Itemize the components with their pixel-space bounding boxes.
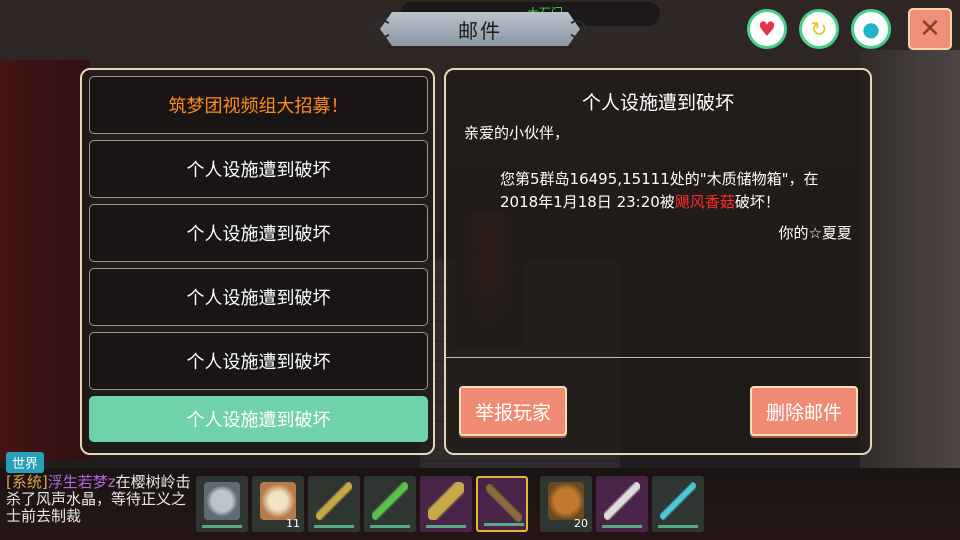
report-player-button[interactable]: 举报玩家 [459,386,567,436]
close-button[interactable]: ✕ [908,8,952,50]
chat-user-name[interactable]: 浮生若梦z [48,473,116,491]
bow-icon [316,482,352,520]
durability-bar [202,525,242,528]
battle-axe-icon [428,482,464,520]
mail-message-end: 破坏！ [734,193,780,211]
mail-list-item-selected[interactable]: 个人设施遭到破坏 [89,396,428,442]
sickle-icon [604,482,640,520]
hotbar-slot-selected[interactable] [476,476,528,532]
crystal-staff-icon [660,482,696,520]
mail-detail-title: 个人设施遭到破坏 [581,92,734,114]
hotbar-slot[interactable] [308,476,360,532]
hotbar-slot[interactable] [652,476,704,532]
mail-subject: 个人设施遭到破坏 [186,160,331,181]
hotbar-slot[interactable] [364,476,416,532]
water-drop-icon[interactable]: ● [851,9,891,49]
chat-message: [系统]浮生若梦z在樱树岭击杀了风声水晶，等待正义之士前去制裁 [6,474,196,536]
mail-list-item[interactable]: 个人设施遭到破坏 [89,268,428,326]
durability-bar [370,525,410,528]
banner-ornament-right [568,20,586,38]
item-count: 11 [286,517,300,530]
banner-ornament-left [374,20,392,38]
refresh-icon[interactable]: ↻ [799,9,839,49]
mail-subject: 个人设施遭到破坏 [186,224,331,245]
durability-bar [314,525,354,528]
mail-signature: 你的☆夏夏 [778,224,852,242]
mail-subject: 筑梦团视频组大招募！ [168,96,349,117]
mail-subject: 个人设施遭到破坏 [186,410,331,431]
durability-bar [426,525,466,528]
item-count: 20 [574,517,588,530]
hotbar-slot[interactable]: 11 [252,476,304,532]
mail-list-item[interactable]: 筑梦团视频组大招募！ [89,76,428,134]
mail-list-panel: 筑梦团视频组大招募！ 个人设施遭到破坏 个人设施遭到破坏 个人设施遭到破坏 个人… [80,68,435,455]
hotbar-slot[interactable] [420,476,472,532]
mail-subject: 个人设施遭到破坏 [186,352,331,373]
mail-body: 亲爱的小伙伴， 您第5群岛16495,15111处的"木质储物箱"，在2018年… [464,122,856,214]
mail-detail-panel: 个人设施遭到破坏 亲爱的小伙伴， 您第5群岛16495,15111处的"木质储物… [444,68,872,455]
hotbar-slot[interactable]: 20 [540,476,592,532]
seed-bag-icon [548,482,584,520]
dumpling-steamer-icon [260,482,296,520]
hotbar-slot[interactable] [596,476,648,532]
delete-mail-button[interactable]: 删除邮件 [750,386,858,436]
attacker-name[interactable]: 飓风香菇 [675,193,735,211]
green-bow-icon [372,482,408,520]
chat-channel-tab[interactable]: 世界 [6,452,45,473]
page-title: 邮件 [458,18,502,43]
heart-icon[interactable]: ♥ [747,9,787,49]
mail-list-item[interactable]: 个人设施遭到破坏 [89,204,428,262]
mail-title-banner: 邮件 [380,12,580,46]
durability-bar [658,525,698,528]
durability-bar [484,523,524,526]
mail-greeting: 亲爱的小伙伴， [464,124,570,142]
durability-bar [602,525,642,528]
mail-subject: 个人设施遭到破坏 [186,288,331,309]
divider [446,357,870,358]
pickaxe-icon [486,484,522,522]
mail-list-item[interactable]: 个人设施遭到破坏 [89,332,428,390]
close-icon: ✕ [919,14,941,44]
system-tag: [系统] [6,473,48,491]
stone-disc-icon [204,482,240,520]
hotbar-slot[interactable] [196,476,248,532]
mail-list-item[interactable]: 个人设施遭到破坏 [89,140,428,198]
mail-message: 您第5群岛16495,15111处的"木质储物箱"，在2018年1月18日 23… [464,168,856,214]
